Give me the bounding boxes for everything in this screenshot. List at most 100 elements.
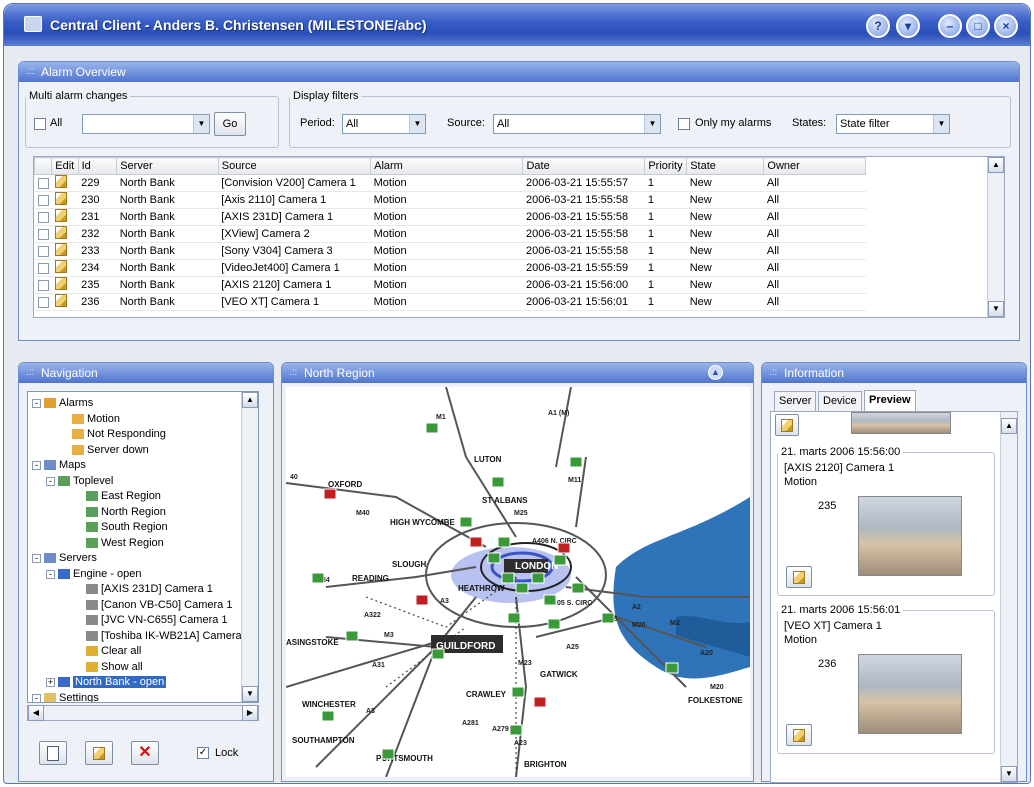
tree-item[interactable]: [AXIS 231D] Camera 1 — [86, 582, 213, 596]
tree-item[interactable]: [Canon VB-C50] Camera 1 — [86, 598, 232, 612]
expand-toggle-icon[interactable]: - — [32, 693, 41, 702]
preview-scrollbar[interactable]: ▲ ▼ — [1000, 412, 1017, 782]
scroll-up-icon[interactable]: ▲ — [242, 392, 258, 408]
scroll-up-icon[interactable]: ▲ — [1001, 418, 1017, 434]
tree-item[interactable]: South Region — [86, 520, 168, 534]
camera-marker-icon[interactable] — [531, 572, 545, 584]
camera-marker-icon[interactable] — [311, 572, 325, 584]
camera-marker-icon[interactable] — [601, 612, 615, 624]
tab-server[interactable]: Server — [774, 391, 817, 411]
table-row[interactable]: 234 North Bank [VideoJet400] Camera 1 Motio… — [34, 259, 866, 277]
edit-button[interactable] — [85, 741, 113, 765]
expand-toggle-icon[interactable]: - — [32, 554, 41, 563]
alarm-table-scrollbar[interactable]: ▲ ▼ — [987, 157, 1004, 317]
menu-button[interactable]: ▾ — [896, 14, 920, 38]
camera-marker-icon[interactable] — [515, 582, 529, 594]
row-checkbox-cell[interactable] — [34, 293, 52, 311]
row-checkbox-cell[interactable] — [34, 191, 52, 209]
camera-marker-icon[interactable] — [569, 456, 583, 468]
expand-toggle-icon[interactable]: - — [32, 399, 41, 408]
edit-alarm-button[interactable] — [786, 566, 812, 588]
all-checkbox[interactable] — [34, 118, 46, 130]
tree-item[interactable]: Show all — [86, 660, 143, 674]
tree-hscrollbar[interactable]: ◀ ▶ — [27, 705, 259, 721]
table-row[interactable]: 235 North Bank [AXIS 2120] Camera 1 Motion 2… — [34, 276, 866, 294]
camera-marker-icon[interactable] — [431, 648, 445, 660]
tree-item[interactable]: Clear all — [86, 644, 141, 658]
camera-marker-icon[interactable] — [553, 554, 567, 566]
maximize-button[interactable]: □ — [966, 14, 990, 38]
tree-vscrollbar[interactable]: ▲ ▼ — [241, 392, 258, 702]
tree-item[interactable]: North Region — [86, 505, 166, 519]
collapse-icon[interactable]: ▲ — [708, 365, 723, 380]
edit-alarm-button[interactable] — [786, 724, 812, 746]
row-checkbox-cell[interactable] — [34, 225, 52, 243]
lock-checkbox[interactable]: ✓ — [197, 747, 209, 759]
tree-item[interactable]: Alarms — [44, 396, 93, 410]
tree-item[interactable]: Engine - open — [58, 567, 142, 581]
column-header[interactable]: Date — [522, 157, 646, 175]
tree-item[interactable]: Not Responding — [72, 427, 166, 441]
edit-icon[interactable] — [54, 243, 67, 256]
camera-marker-icon[interactable] — [323, 488, 337, 500]
row-checkbox[interactable] — [37, 262, 49, 274]
edit-cell[interactable] — [51, 242, 79, 260]
table-row[interactable]: 230 North Bank [Axis 2110] Camera 1 Motion 2… — [34, 191, 866, 209]
scroll-down-icon[interactable]: ▼ — [1001, 766, 1017, 782]
scroll-left-icon[interactable]: ◀ — [28, 705, 44, 721]
tree-item[interactable]: East Region — [86, 489, 161, 503]
help-button[interactable]: ? — [866, 14, 890, 38]
column-header[interactable]: Alarm — [370, 157, 524, 175]
camera-marker-icon[interactable] — [571, 582, 585, 594]
close-button[interactable]: × — [994, 14, 1018, 38]
tree-item[interactable]: North Bank - open — [58, 675, 167, 689]
camera-marker-icon[interactable] — [425, 422, 439, 434]
camera-marker-icon[interactable] — [665, 662, 679, 674]
new-button[interactable] — [39, 741, 67, 765]
camera-preview-prev[interactable] — [851, 412, 951, 434]
edit-cell[interactable] — [51, 191, 79, 209]
tree-item[interactable]: West Region — [86, 536, 164, 550]
row-checkbox[interactable] — [37, 279, 49, 291]
row-checkbox[interactable] — [37, 194, 49, 206]
expand-toggle-icon[interactable]: + — [46, 678, 55, 687]
only-my-alarms-checkbox[interactable] — [678, 118, 690, 130]
edit-cell[interactable] — [51, 259, 79, 277]
edit-icon[interactable] — [54, 175, 67, 188]
row-checkbox[interactable] — [37, 177, 49, 189]
tree-item[interactable]: Motion — [72, 412, 120, 426]
column-header[interactable]: State — [686, 157, 765, 175]
camera-preview-image[interactable] — [858, 496, 962, 576]
column-header[interactable]: Id — [77, 157, 118, 175]
column-header[interactable]: Priority — [644, 157, 688, 175]
tree-item[interactable]: Servers — [44, 551, 97, 565]
tree-item[interactable]: Server down — [72, 443, 149, 457]
column-header[interactable] — [33, 157, 53, 175]
row-checkbox[interactable] — [37, 211, 49, 223]
edit-icon[interactable] — [54, 209, 67, 222]
camera-marker-icon[interactable] — [557, 542, 571, 554]
edit-cell[interactable] — [51, 174, 79, 192]
camera-marker-icon[interactable] — [533, 696, 547, 708]
camera-marker-icon[interactable] — [511, 686, 525, 698]
edit-cell[interactable] — [51, 276, 79, 294]
edit-icon[interactable] — [54, 294, 67, 307]
edit-icon[interactable] — [54, 277, 67, 290]
tree-item[interactable]: [JVC VN-C655] Camera 1 — [86, 613, 228, 627]
row-checkbox[interactable] — [37, 296, 49, 308]
camera-marker-icon[interactable] — [509, 724, 523, 736]
camera-marker-icon[interactable] — [345, 630, 359, 642]
scroll-right-icon[interactable]: ▶ — [242, 705, 258, 721]
edit-icon[interactable] — [54, 260, 67, 273]
camera-marker-icon[interactable] — [469, 536, 483, 548]
scroll-up-icon[interactable]: ▲ — [988, 157, 1004, 173]
camera-marker-icon[interactable] — [491, 476, 505, 488]
edit-icon[interactable] — [54, 192, 67, 205]
row-checkbox-cell[interactable] — [34, 242, 52, 260]
camera-marker-icon[interactable] — [543, 594, 557, 606]
camera-preview-image[interactable] — [858, 654, 962, 734]
row-checkbox[interactable] — [37, 245, 49, 257]
multi-action-select[interactable]: ▼ — [82, 114, 210, 134]
row-checkbox-cell[interactable] — [34, 174, 52, 192]
table-row[interactable]: 232 North Bank [XView] Camera 2 Motion 2006-… — [34, 225, 866, 243]
